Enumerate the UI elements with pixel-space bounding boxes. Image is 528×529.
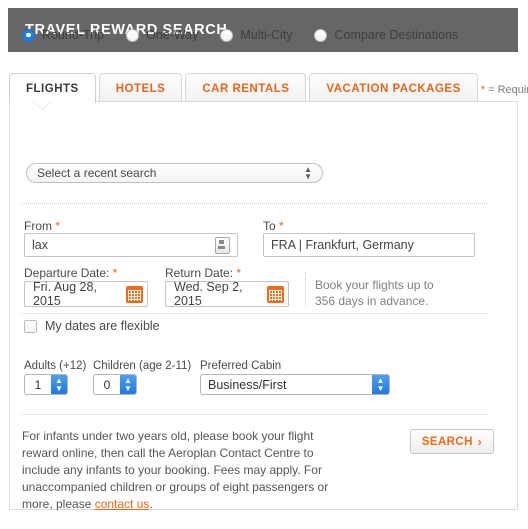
divider-1 xyxy=(22,203,487,204)
up-down-arrows-icon: ▲ ▼ xyxy=(304,165,312,181)
chevron-right-icon: › xyxy=(477,434,483,449)
trip-type-group: Round-Trip One-Way Multi-City Compare De… xyxy=(22,28,480,42)
checkbox-icon xyxy=(24,319,37,333)
to-input[interactable]: FRA | Frankfurt, Germany xyxy=(263,233,475,257)
radio-unselected-icon xyxy=(220,28,234,42)
children-label: Children (age 2-11) xyxy=(93,360,192,372)
recent-search-select[interactable]: Select a recent search ▲ ▼ xyxy=(26,163,323,183)
adults-label: Adults (+12) xyxy=(24,360,87,372)
tab-flights[interactable]: FLIGHTS xyxy=(9,73,96,103)
return-date-value: Wed. Sep 2, 2015 xyxy=(174,280,243,308)
radio-multi-city[interactable]: Multi-City xyxy=(220,28,292,42)
from-required-asterisk: * xyxy=(55,219,61,233)
to-input-value: FRA | Frankfurt, Germany xyxy=(271,238,414,252)
search-button-label: SEARCH xyxy=(421,435,473,448)
radio-compare-destinations-label: Compare Destinations xyxy=(334,28,459,42)
radio-selected-icon xyxy=(22,28,35,42)
tab-vacation-packages[interactable]: VACATION PACKAGES xyxy=(309,73,478,103)
preferred-cabin-value: Business/First xyxy=(208,377,287,392)
from-input[interactable]: lax xyxy=(24,233,238,257)
departure-date-label: Departure Date: * xyxy=(24,266,118,280)
tab-car-rentals[interactable]: CAR RENTALS xyxy=(185,73,307,103)
radio-round-trip[interactable]: Round-Trip xyxy=(22,28,104,42)
infant-policy-note: For infants under two years old, please … xyxy=(22,428,332,513)
active-tab-notch xyxy=(33,101,51,109)
infant-policy-period: . xyxy=(149,497,153,511)
preferred-cabin-select[interactable]: Business/First ▲ ▼ xyxy=(200,374,390,395)
to-label: To * xyxy=(263,219,284,233)
radio-unselected-icon xyxy=(314,28,328,42)
tab-hotels[interactable]: HOTELS xyxy=(98,73,183,103)
radio-one-way[interactable]: One-Way xyxy=(126,28,198,42)
preferred-cabin-label: Preferred Cabin xyxy=(200,360,282,372)
children-stepper[interactable]: 0 ▲ ▼ xyxy=(93,374,137,395)
departure-required-asterisk: * xyxy=(112,266,118,280)
return-date-input[interactable]: Wed. Sep 2, 2015 xyxy=(165,280,289,308)
divider-3 xyxy=(22,414,487,415)
children-value: 0 xyxy=(103,377,111,392)
airport-picker-icon[interactable] xyxy=(215,236,230,254)
infant-policy-text: For infants under two years old, please … xyxy=(22,429,329,511)
flexible-dates-checkbox[interactable]: My dates are flexible xyxy=(24,319,160,333)
search-button[interactable]: SEARCH › xyxy=(410,429,494,454)
booking-window-line-2: 356 days in advance. xyxy=(315,294,429,308)
to-required-asterisk: * xyxy=(279,219,284,233)
adults-stepper[interactable]: 1 ▲ ▼ xyxy=(24,374,68,395)
travel-reward-search-page: TRAVEL REWARD SEARCH FLIGHTS HOTELS CAR … xyxy=(0,0,528,529)
stepper-arrows-icon[interactable]: ▲ ▼ xyxy=(51,375,67,394)
calendar-icon[interactable] xyxy=(267,285,284,303)
radio-round-trip-label: Round-Trip xyxy=(42,28,105,42)
radio-one-way-label: One-Way xyxy=(146,28,199,42)
tab-bar: FLIGHTS HOTELS CAR RENTALS VACATION PACK… xyxy=(9,71,528,103)
from-label: From * xyxy=(24,219,61,233)
select-arrows-icon[interactable]: ▲ ▼ xyxy=(372,375,389,394)
radio-multi-city-label: Multi-City xyxy=(240,28,293,42)
divider-2 xyxy=(22,313,487,314)
adults-value: 1 xyxy=(34,377,42,392)
contact-us-link[interactable]: contact us xyxy=(95,497,150,511)
flexible-dates-label: My dates are flexible xyxy=(45,319,160,333)
departure-date-input[interactable]: Fri. Aug 28, 2015 xyxy=(24,280,148,308)
required-legend-text: = Required xyxy=(488,84,528,96)
radio-unselected-icon xyxy=(126,28,140,42)
from-input-value: lax xyxy=(32,238,48,252)
return-date-label: Return Date: * xyxy=(165,266,242,280)
departure-date-value: Fri. Aug 28, 2015 xyxy=(33,280,97,308)
recent-search-value: Select a recent search xyxy=(37,166,157,180)
return-required-asterisk: * xyxy=(236,266,242,280)
booking-window-note: Book your flights up to 356 days in adva… xyxy=(315,277,434,309)
calendar-icon[interactable] xyxy=(126,285,143,303)
radio-compare-destinations[interactable]: Compare Destinations xyxy=(314,28,458,42)
booking-window-line-1: Book your flights up to xyxy=(315,278,434,292)
vertical-divider xyxy=(305,272,306,306)
stepper-arrows-icon[interactable]: ▲ ▼ xyxy=(120,375,136,394)
